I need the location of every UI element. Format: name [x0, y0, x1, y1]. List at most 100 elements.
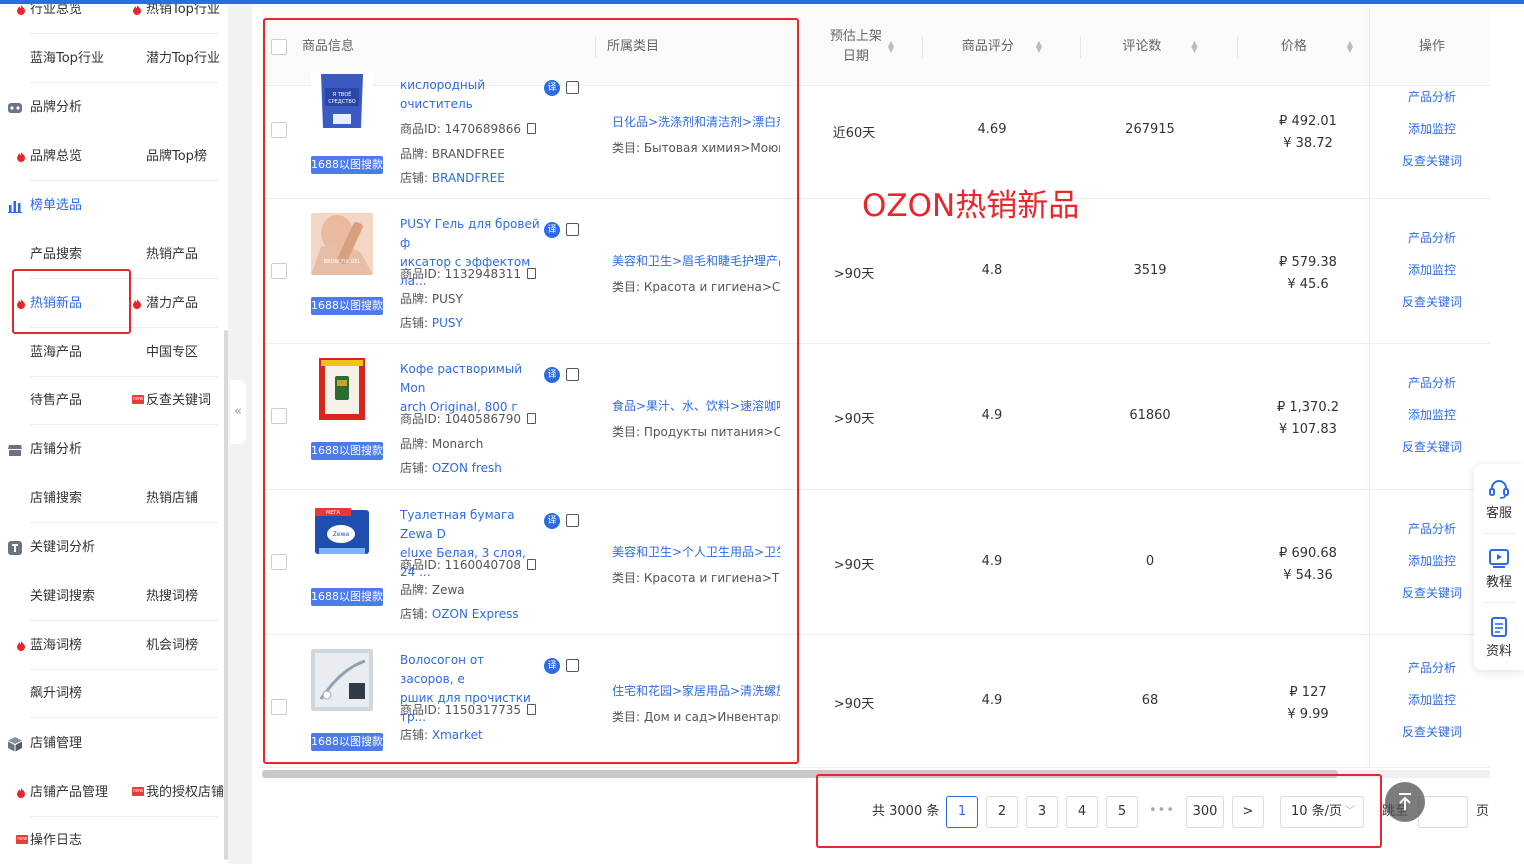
- sidebar-item-label: 关键词搜索: [30, 589, 96, 604]
- documents-button[interactable]: 资料: [1474, 604, 1524, 672]
- sort-arrows-icon[interactable]: ▲ ▼: [888, 40, 894, 54]
- sidebar-item[interactable]: 行业总览: [17, 4, 82, 34]
- sidebar-item[interactable]: 潜力Top行业: [146, 35, 220, 83]
- sort-arrows-icon[interactable]: ▲ ▼: [1036, 40, 1042, 54]
- sort-arrows-icon[interactable]: ▲ ▼: [1191, 40, 1197, 54]
- row-actions: 产品分析 添加监控 反查关键词: [1372, 367, 1492, 463]
- product-rating: 4.9: [981, 408, 1003, 423]
- sidebar-item[interactable]: 蓝海词榜: [17, 622, 83, 670]
- sidebar-section-1[interactable]: 品牌分析: [0, 84, 228, 132]
- header-separator: [1237, 36, 1238, 58]
- reverse-keyword-link[interactable]: 反查关键词: [1372, 145, 1492, 177]
- sidebar-section-2[interactable]: 榜单选品: [0, 182, 228, 230]
- shop-icon: [7, 442, 23, 458]
- reverse-keyword-link[interactable]: 反查关键词: [1372, 431, 1492, 463]
- sidebar-item[interactable]: 热销Top行业: [133, 4, 220, 34]
- add-monitor-link[interactable]: 添加监控: [1372, 399, 1492, 431]
- sidebar-section-3[interactable]: 店铺分析: [0, 426, 228, 474]
- review-count: 68: [1141, 693, 1159, 708]
- sidebar-item[interactable]: 待售产品: [30, 377, 82, 425]
- sidebar-scrollbar[interactable]: [224, 330, 228, 860]
- back-to-top-button[interactable]: [1385, 782, 1425, 822]
- floating-toolbar: 客服 教程 资料: [1474, 464, 1524, 670]
- key-icon: [7, 540, 23, 556]
- sidebar-row: 店铺搜索 热销店铺: [0, 475, 228, 523]
- product-analysis-link[interactable]: 产品分析: [1372, 81, 1492, 113]
- listing-date: 近60天: [832, 126, 876, 141]
- add-monitor-link[interactable]: 添加监控: [1372, 113, 1492, 145]
- tutorial-button[interactable]: 教程: [1474, 535, 1524, 603]
- sidebar-item[interactable]: 店铺产品管理: [17, 769, 109, 817]
- reverse-keyword-link[interactable]: 反查关键词: [1372, 716, 1492, 748]
- sidebar-row: 蓝海词榜 机会词榜: [0, 622, 228, 670]
- sidebar-item[interactable]: 热销店铺: [146, 475, 198, 523]
- header-price[interactable]: 价格 ▲ ▼: [1247, 8, 1387, 86]
- row-actions: 产品分析 添加监控 反查关键词: [1372, 81, 1492, 177]
- sidebar-row: 待售产品 new 反查关键词: [0, 377, 228, 425]
- sidebar-section-label: 品牌分析: [30, 100, 83, 115]
- sidebar-item[interactable]: 蓝海产品: [30, 329, 82, 377]
- sidebar-item[interactable]: 潜力产品: [133, 280, 198, 328]
- customer-service-button[interactable]: 客服: [1474, 466, 1524, 534]
- sidebar-item-label: 热销Top行业: [146, 4, 220, 17]
- video-icon: [1489, 549, 1509, 568]
- add-monitor-link[interactable]: 添加监控: [1372, 684, 1492, 716]
- sidebar-item-label: 产品搜索: [30, 247, 83, 262]
- sidebar-row: 店铺产品管理 new 我的授权店铺: [0, 769, 228, 817]
- reverse-keyword-link[interactable]: 反查关键词: [1372, 286, 1492, 318]
- review-count: 0: [1145, 554, 1155, 569]
- sidebar-item[interactable]: 蓝海Top行业: [30, 35, 104, 83]
- sidebar-item-label: 热搜词榜: [146, 589, 199, 604]
- review-count: 61860: [1129, 408, 1171, 423]
- sidebar-section-4[interactable]: 关键词分析: [0, 524, 228, 572]
- sidebar-section-5[interactable]: 店铺管理: [0, 720, 228, 768]
- sidebar-item[interactable]: new 操作日志: [16, 817, 82, 864]
- sidebar-item-label: 店铺产品管理: [30, 785, 109, 800]
- price-cny: ¥ 54.36: [1283, 568, 1333, 583]
- sidebar-item[interactable]: 店铺搜索: [30, 475, 82, 523]
- product-price: ₽ 1,370.2 ¥ 107.83: [1258, 397, 1358, 441]
- hot-icon: [17, 641, 25, 651]
- product-rating: 4.9: [981, 554, 1003, 569]
- product-price: ₽ 492.01 ¥ 38.72: [1258, 111, 1358, 155]
- sidebar-item[interactable]: 品牌总览: [17, 133, 82, 181]
- header-reviews[interactable]: 评论数 ▲ ▼: [1090, 8, 1230, 86]
- sidebar-item[interactable]: 机会词榜: [146, 622, 198, 670]
- sidebar-item[interactable]: 品牌Top榜: [146, 133, 207, 181]
- hot-icon: [17, 152, 25, 162]
- price-cny: ¥ 45.6: [1287, 277, 1329, 292]
- annotation-box-pagination: [816, 774, 1382, 848]
- sort-arrows-icon[interactable]: ▲ ▼: [1347, 40, 1353, 54]
- sidebar-item[interactable]: new 反查关键词: [132, 377, 211, 425]
- sidebar-section-label: 关键词分析: [30, 540, 96, 555]
- header-rating[interactable]: 商品评分 ▲ ▼: [932, 8, 1072, 86]
- sidebar-item[interactable]: 关键词搜索: [30, 573, 95, 621]
- divider: [30, 82, 218, 83]
- price-rub: ₽ 492.01: [1279, 114, 1337, 129]
- sidebar-item[interactable]: new 我的授权店铺: [132, 769, 224, 817]
- sidebar-item[interactable]: 热搜词榜: [146, 573, 198, 621]
- product-analysis-link[interactable]: 产品分析: [1372, 222, 1492, 254]
- sidebar-item[interactable]: 中国专区: [146, 329, 198, 377]
- sidebar-item-label: 蓝海词榜: [30, 638, 83, 653]
- add-monitor-link[interactable]: 添加监控: [1372, 254, 1492, 286]
- new-badge-icon: new: [132, 787, 144, 796]
- sidebar-item[interactable]: 飙升词榜: [30, 670, 82, 718]
- listing-date: >90天: [833, 558, 875, 573]
- product-rating: 4.8: [981, 263, 1003, 278]
- listing-date: >90天: [833, 412, 875, 427]
- new-badge-icon: new: [16, 835, 28, 844]
- price-cny: ¥ 38.72: [1283, 136, 1333, 151]
- sidebar-section-label: 店铺管理: [30, 736, 83, 751]
- product-analysis-link[interactable]: 产品分析: [1372, 367, 1492, 399]
- header-separator: [1080, 36, 1081, 58]
- sidebar-item-label: 店铺搜索: [30, 491, 83, 506]
- sidebar-item[interactable]: 热销产品: [146, 231, 198, 279]
- arrow-up-icon: [1399, 793, 1411, 810]
- header-listing-date[interactable]: 预估上架 日期 ▲ ▼: [802, 8, 922, 86]
- customer-service-label: 客服: [1485, 506, 1512, 521]
- sidebar-section-label: 店铺分析: [30, 442, 83, 457]
- fixed-column-divider: [1369, 8, 1370, 768]
- product-rating: 4.9: [981, 693, 1003, 708]
- sidebar-collapse-button[interactable]: «: [230, 380, 246, 444]
